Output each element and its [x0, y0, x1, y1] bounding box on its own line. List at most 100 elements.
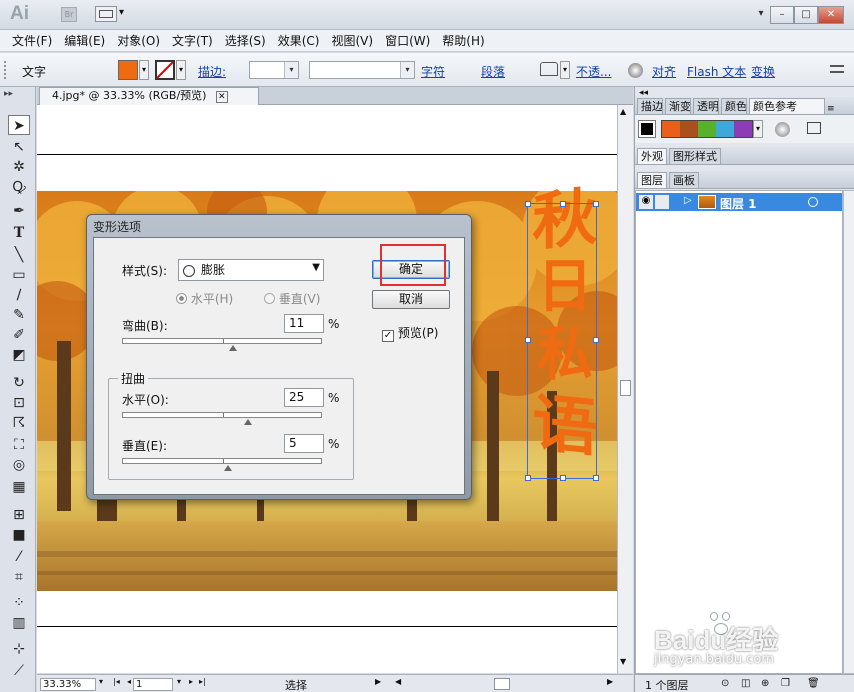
- eraser-tool-icon[interactable]: ◩: [8, 345, 30, 365]
- pen-tool-icon[interactable]: ✒: [8, 201, 30, 221]
- save-swatch-group-icon[interactable]: [807, 122, 821, 134]
- close-tab-icon[interactable]: ✕: [215, 91, 228, 103]
- radio-empty-icon[interactable]: [264, 293, 275, 304]
- mesh-tool-icon[interactable]: ⊞: [8, 505, 30, 525]
- tab-appearance[interactable]: 外观: [637, 148, 667, 164]
- recolor-icon[interactable]: [628, 63, 643, 78]
- eyedropper-tool-icon[interactable]: ⁄: [8, 547, 30, 567]
- menu-help[interactable]: 帮助(H): [436, 32, 490, 49]
- layers-scrollbar[interactable]: [843, 190, 854, 674]
- stroke-dropdown-icon[interactable]: ▾: [176, 60, 186, 80]
- chevron-down-icon[interactable]: ▾: [177, 677, 181, 686]
- radio-vertical[interactable]: 垂直(V): [264, 290, 320, 307]
- rectangle-tool-icon[interactable]: ▭: [8, 265, 30, 285]
- radio-selected-icon[interactable]: [176, 293, 187, 304]
- bend-input[interactable]: 11: [284, 314, 324, 333]
- chevron-down-icon[interactable]: ▾: [400, 62, 414, 78]
- horizontal-slider-thumb[interactable]: [244, 419, 252, 425]
- new-layer-icon[interactable]: ❐: [781, 678, 790, 689]
- type-tool-icon[interactable]: T: [8, 223, 30, 243]
- font-family-field[interactable]: ▾: [309, 61, 415, 79]
- magic-wand-tool-icon[interactable]: ✲: [8, 157, 30, 177]
- layer-row[interactable]: ◉ ▷ 图层 1: [636, 193, 842, 211]
- shape-builder-tool-icon[interactable]: ◎: [8, 455, 30, 475]
- transform-link[interactable]: 变换: [751, 63, 775, 80]
- close-button[interactable]: ✕: [818, 6, 844, 24]
- vertical-slider-thumb[interactable]: [224, 465, 232, 471]
- paragraph-link[interactable]: 段落: [481, 63, 505, 80]
- bridge-button[interactable]: Br: [61, 7, 77, 22]
- scroll-up-icon[interactable]: ▲: [620, 107, 626, 116]
- stroke-weight-field[interactable]: ▾: [249, 61, 299, 79]
- menu-effect[interactable]: 效果(C): [272, 32, 326, 49]
- menu-view[interactable]: 视图(V): [325, 32, 379, 49]
- fill-swatch[interactable]: [118, 60, 138, 80]
- expand-layer-icon[interactable]: ▷: [684, 195, 692, 206]
- last-artboard-icon[interactable]: ▸|: [199, 677, 206, 686]
- menu-window[interactable]: 窗口(W): [379, 32, 436, 49]
- selection-bounding-box[interactable]: [525, 201, 599, 481]
- lasso-tool-icon[interactable]: Ꝙ: [8, 177, 30, 197]
- brush-icon[interactable]: [540, 62, 558, 76]
- fill-dropdown-icon[interactable]: ▾: [139, 60, 149, 80]
- swatch-3[interactable]: [698, 121, 716, 137]
- previous-artboard-icon[interactable]: ◂: [127, 677, 131, 686]
- flash-text-link[interactable]: Flash 文本: [687, 63, 746, 80]
- tools-collapse-icon[interactable]: ▸▸: [4, 89, 13, 99]
- vertical-distort-slider[interactable]: [122, 458, 322, 471]
- stroke-none-swatch[interactable]: [155, 60, 175, 80]
- bend-slider[interactable]: [122, 338, 322, 351]
- tab-stroke[interactable]: 描边: [637, 98, 663, 114]
- checkbox-checked-icon[interactable]: ✓: [382, 330, 394, 342]
- chevron-down-icon[interactable]: ▾: [119, 7, 124, 18]
- tab-artboards[interactable]: 画板: [669, 172, 699, 188]
- maximize-button[interactable]: □: [794, 6, 818, 24]
- selection-tool-icon[interactable]: ➤: [8, 115, 30, 135]
- new-sublayer-icon[interactable]: ⊕: [761, 678, 769, 689]
- layer-name[interactable]: 图层 1: [720, 195, 757, 212]
- slice-tool-icon[interactable]: ⟋: [8, 661, 30, 681]
- scroll-left-icon[interactable]: ◀: [395, 677, 401, 686]
- character-link[interactable]: 字符: [421, 63, 445, 80]
- status-menu-icon[interactable]: ▶: [375, 677, 381, 686]
- scale-tool-icon[interactable]: ⊡: [8, 393, 30, 413]
- bend-slider-thumb[interactable]: [229, 345, 237, 351]
- tab-color-guide[interactable]: 颜色参考: [749, 98, 825, 114]
- artboard-tool-icon[interactable]: ⊹: [8, 639, 30, 659]
- preview-checkbox[interactable]: ✓ 预览(P): [382, 324, 438, 342]
- tab-layers[interactable]: 图层: [637, 172, 667, 188]
- lock-toggle[interactable]: [655, 195, 669, 209]
- scroll-thumb[interactable]: [620, 380, 631, 396]
- tab-color[interactable]: 颜色: [721, 98, 747, 114]
- paintbrush-tool-icon[interactable]: ∕: [8, 285, 30, 305]
- pencil-tool-icon[interactable]: ✎: [8, 305, 30, 325]
- delete-layer-icon[interactable]: 🗑: [807, 678, 820, 689]
- style-select[interactable]: 膨胀 ▼: [178, 259, 324, 281]
- opacity-link[interactable]: 不透...: [576, 63, 611, 80]
- minimize-button[interactable]: –: [770, 6, 794, 24]
- base-color-swatch[interactable]: [638, 120, 656, 138]
- perspective-grid-tool-icon[interactable]: ▦: [8, 477, 30, 497]
- chevron-down-icon[interactable]: ▾: [284, 62, 298, 78]
- blob-brush-tool-icon[interactable]: ✐: [8, 325, 30, 345]
- column-graph-tool-icon[interactable]: ▥: [8, 613, 30, 633]
- cancel-button[interactable]: 取消: [372, 290, 450, 309]
- locate-object-icon[interactable]: ⊙: [721, 678, 729, 689]
- recolor-artwork-icon[interactable]: [775, 122, 790, 137]
- document-tab[interactable]: 4.jpg* @ 33.33% (RGB/预览) ✕: [39, 87, 259, 105]
- scroll-right-icon[interactable]: ▶: [607, 677, 613, 686]
- menu-file[interactable]: 文件(F): [6, 32, 58, 49]
- align-link[interactable]: 对齐: [652, 63, 676, 80]
- vertical-distort-input[interactable]: 5: [284, 434, 324, 453]
- next-artboard-icon[interactable]: ▸: [189, 677, 193, 686]
- workspace-dropdown[interactable]: ▾: [752, 6, 770, 24]
- direct-selection-tool-icon[interactable]: ↖: [8, 137, 30, 157]
- symbol-sprayer-tool-icon[interactable]: ⁘: [8, 593, 30, 613]
- make-clipping-mask-icon[interactable]: ◫: [741, 678, 750, 689]
- radio-horizontal[interactable]: 水平(H): [176, 290, 233, 307]
- horizontal-scroll-thumb[interactable]: [494, 678, 510, 690]
- menu-edit[interactable]: 编辑(E): [58, 32, 111, 49]
- tab-transparency[interactable]: 透明: [693, 98, 719, 114]
- arrange-documents-icon[interactable]: [95, 6, 117, 22]
- menu-object[interactable]: 对象(O): [111, 32, 166, 49]
